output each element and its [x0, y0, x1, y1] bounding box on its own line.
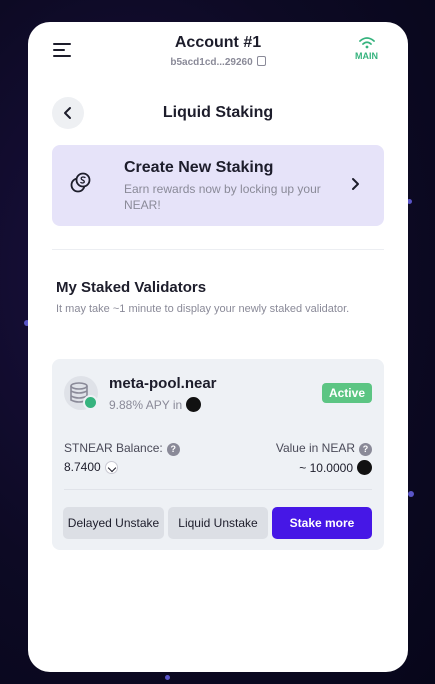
- wallet-panel: Account #1 b5acd1cd...29260 MAIN Liquid …: [28, 22, 408, 672]
- validator-card: meta-pool.near 9.88% APY in Active STNEA…: [52, 359, 384, 550]
- create-staking-title: Create New Staking: [124, 159, 274, 176]
- status-badge: Active: [321, 383, 372, 403]
- bg-dot: [408, 491, 414, 497]
- account-id-text: b5acd1cd...29260: [170, 57, 253, 68]
- section-subtitle: It may take ~1 minute to display your ne…: [56, 303, 350, 315]
- validator-avatar: [64, 376, 98, 410]
- stake-more-button[interactable]: Stake more: [272, 507, 372, 539]
- balance-value-text: 8.7400: [64, 460, 101, 474]
- divider: [52, 249, 384, 250]
- network-label: MAIN: [355, 51, 378, 61]
- divider: [64, 489, 372, 490]
- help-icon[interactable]: ?: [166, 443, 180, 456]
- status-dot: [83, 395, 98, 410]
- section-title: My Staked Validators: [56, 279, 207, 296]
- value-label: Value in NEAR?: [276, 441, 372, 456]
- stnear-logo-icon: [104, 461, 118, 474]
- coins-icon: [70, 172, 91, 193]
- value-label-text: Value in NEAR: [275, 441, 355, 455]
- liquid-unstake-button[interactable]: Liquid Unstake: [168, 507, 268, 539]
- create-staking-card[interactable]: Create New Staking Earn rewards now by l…: [52, 145, 384, 226]
- page-title: Liquid Staking: [162, 104, 274, 121]
- validator-apy-text: 9.88% APY in: [109, 398, 183, 412]
- chevron-right-icon: [352, 178, 359, 190]
- wifi-icon: [358, 37, 375, 49]
- create-staking-subtitle: Earn rewards now by locking up your NEAR…: [124, 182, 321, 212]
- bg-dot: [165, 675, 170, 680]
- validator-apy: 9.88% APY in: [109, 397, 202, 412]
- balance-label-text: STNEAR Balance:: [64, 441, 163, 455]
- near-logo-icon: [357, 460, 372, 475]
- network-indicator[interactable]: MAIN: [355, 37, 378, 61]
- near-logo-icon: [186, 397, 202, 412]
- balance-value: 8.7400: [64, 460, 118, 474]
- copy-icon[interactable]: [256, 56, 266, 66]
- help-icon[interactable]: ?: [359, 443, 372, 456]
- account-id[interactable]: b5acd1cd...29260: [28, 56, 408, 68]
- header: Account #1 b5acd1cd...29260 MAIN: [28, 22, 408, 82]
- value-amount-text: ~ 10.0000: [299, 461, 353, 475]
- validator-name: meta-pool.near: [109, 375, 217, 392]
- balance-label: STNEAR Balance:?: [64, 441, 180, 456]
- value-amount: ~ 10.0000: [299, 460, 372, 475]
- account-title[interactable]: Account #1: [28, 34, 408, 52]
- delayed-unstake-button[interactable]: Delayed Unstake: [63, 507, 164, 539]
